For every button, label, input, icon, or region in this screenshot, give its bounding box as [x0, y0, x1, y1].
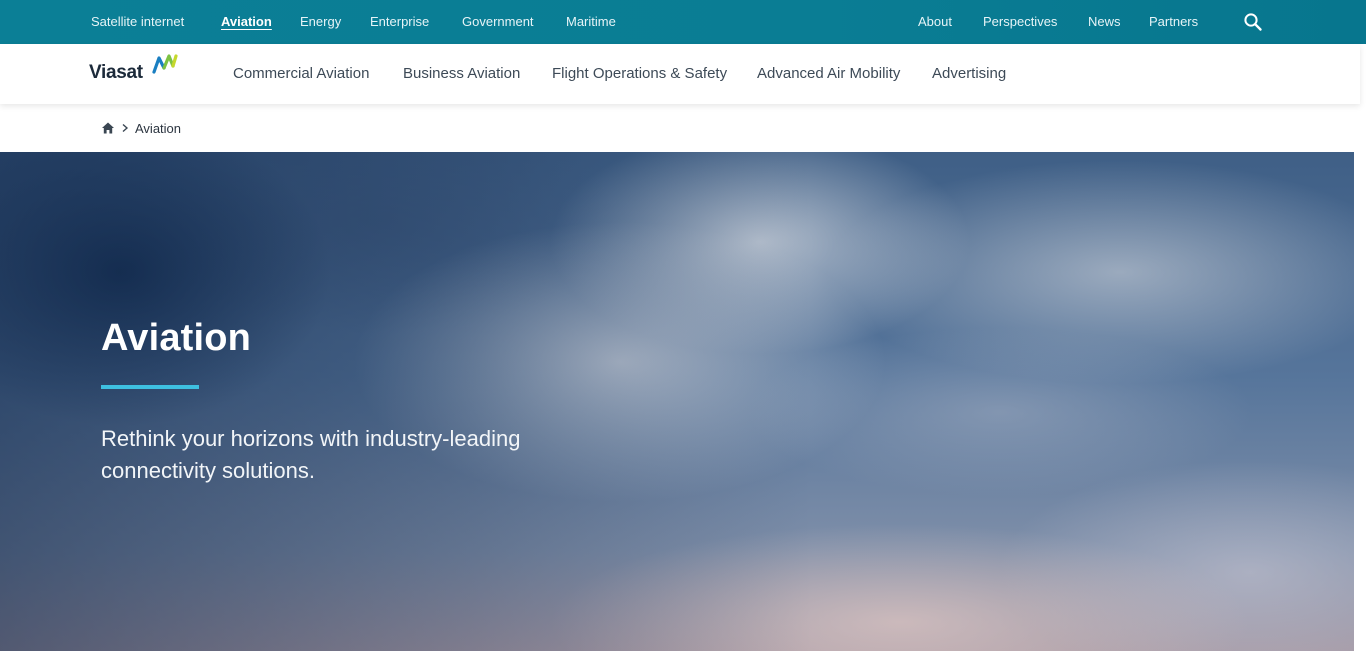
top-utility-bar: Satellite internet Aviation Energy Enter… [0, 0, 1366, 44]
topnav-maritime[interactable]: Maritime [566, 14, 616, 30]
topnav-aviation[interactable]: Aviation [221, 14, 272, 30]
topnav-perspectives[interactable]: Perspectives [983, 14, 1057, 30]
topnav-news[interactable]: News [1088, 14, 1121, 30]
nav-advanced-air-mobility[interactable]: Advanced Air Mobility [757, 65, 900, 83]
nav-advertising[interactable]: Advertising [932, 65, 1006, 83]
chevron-right-icon [122, 123, 129, 133]
topnav-government[interactable]: Government [462, 14, 534, 30]
topnav-enterprise[interactable]: Enterprise [370, 14, 429, 30]
hero-overlay [0, 152, 1354, 651]
nav-flight-operations-safety[interactable]: Flight Operations & Safety [552, 65, 727, 83]
breadcrumb: Aviation [101, 120, 181, 136]
topnav-satellite-internet[interactable]: Satellite internet [91, 14, 184, 30]
page: Satellite internet Aviation Energy Enter… [0, 0, 1366, 651]
topnav-partners[interactable]: Partners [1149, 14, 1198, 30]
topnav-about[interactable]: About [918, 14, 952, 30]
logo-wordmark: Viasat [89, 62, 143, 83]
nav-commercial-aviation[interactable]: Commercial Aviation [233, 65, 369, 83]
hero-subtitle: Rethink your horizons with industry-lead… [101, 426, 521, 483]
hero-banner: Aviation Rethink your horizons with indu… [0, 152, 1354, 651]
main-navigation: Viasat Commercial Aviation Business Avia… [0, 44, 1360, 104]
breadcrumb-current: Aviation [135, 120, 182, 136]
topnav-energy[interactable]: Energy [300, 14, 341, 30]
home-icon[interactable] [101, 121, 115, 135]
page-title: Aviation [101, 317, 252, 359]
nav-business-aviation[interactable]: Business Aviation [403, 65, 520, 83]
title-accent-rule [101, 385, 199, 389]
viasat-logo[interactable]: Viasat [89, 52, 181, 84]
search-icon[interactable] [1243, 12, 1263, 32]
logo-mark-icon [152, 54, 178, 74]
